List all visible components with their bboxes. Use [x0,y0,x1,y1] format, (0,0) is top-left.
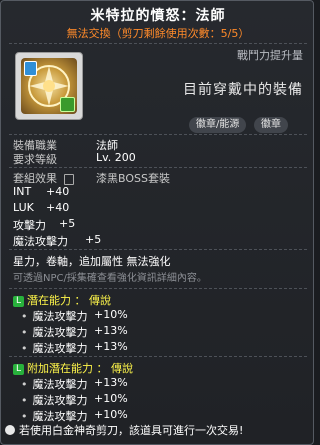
potential-line: • 魔法攻擊力 +13% [21,324,128,340]
tag-badge-energy: 徽章/能源 [189,117,247,133]
potential-stat: 魔法攻擊力 [32,394,88,407]
bonus-potential-header: L 附加潛在能力 ： 傳說 [13,360,133,376]
divider [9,167,307,168]
bullet-icon: • [21,326,28,339]
potential-stat: 魔法攻擊力 [32,326,88,339]
divider [9,356,307,357]
potential-value: +10% [94,408,128,421]
stat-value: +5 [85,233,102,246]
enhance-note: 可透過NPC/採集確查看強化資訊詳細內容。 [13,273,207,284]
level-row: 要求等級 Lv. 200 [13,151,136,167]
potential-stat: 魔法攻擊力 [32,378,88,391]
level-value: Lv. 200 [96,151,136,164]
tool-badge-icon [24,61,37,76]
stat-name: LUK [13,201,34,214]
bonus-potential-title: 附加潛在能力 ： 傳說 [27,362,133,375]
stat-name: 魔法攻擊力 [13,235,68,248]
stat-value: +5 [59,217,76,230]
divider [9,288,307,289]
potential-value: +13% [94,376,128,389]
potential-title: 潛在能力 ： 傳說 [27,294,111,307]
bullet-icon: • [21,378,28,391]
potential-value: +13% [94,324,128,337]
divider [9,249,307,250]
potential-line: • 魔法攻擊力 +13% [21,340,128,356]
trade-hint: 若使用白金神奇剪刀，該道具可進行一次交易! [19,424,244,437]
potential-stat: 魔法攻擊力 [32,310,88,323]
bullet-icon: • [21,342,28,355]
currently-equipped-label: 目前穿戴中的裝備 [183,82,303,98]
stat-row: INT +40 [13,185,69,198]
set-effect-text: 套組效果 [13,172,57,185]
stat-row: 魔法攻擊力 +5 [13,233,101,249]
legendary-badge-icon: L [13,295,24,307]
potential-value: +10% [94,308,128,321]
item-icon-frame[interactable] [15,52,83,120]
bonus-potential-line: • 魔法攻擊力 +10% [21,392,128,408]
set-effect-label[interactable]: 套組效果 [13,170,74,186]
stat-row: LUK +40 [13,201,69,214]
stat-name: 攻擊力 [13,219,46,232]
lock-icon [60,97,75,112]
bonus-potential-line: • 魔法攻擊力 +13% [21,376,128,392]
potential-line: • 魔法攻擊力 +10% [21,308,128,324]
stat-value: +40 [46,201,70,214]
bullet-icon: • [21,394,28,407]
stat-name: INT [13,185,32,198]
power-increase-label: 戰鬥力提升量 [237,49,303,62]
set-info-icon [63,173,74,185]
potential-header: L 潛在能力 ： 傳說 [13,292,111,308]
item-title: 米特拉的憤怒：法師 [90,8,226,24]
trade-status: 無法交換（剪刀剩餘使用次數：5/5） [66,27,250,40]
divider [9,43,307,44]
emblem-item-icon [21,58,77,114]
divider [9,134,307,135]
stat-value: +40 [46,185,70,198]
legendary-badge-icon: L [13,363,24,375]
item-tooltip: 米特拉的憤怒：法師 無法交換（剪刀剩餘使用次數：5/5） 戰鬥力提升量 目前穿戴… [0,0,314,445]
potential-value: +13% [94,340,128,353]
potential-value: +10% [94,392,128,405]
set-name: 漆黑BOSS套裝 [96,172,170,185]
potential-stat: 魔法攻擊力 [32,342,88,355]
level-label: 要求等級 [13,153,57,166]
enhance-restrictions: 星力，卷軸，追加屬性 無法強化 [13,255,171,268]
tag-badge: 徽章 [254,117,288,133]
bullet-icon: • [21,310,28,323]
stat-row: 攻擊力 +5 [13,217,75,233]
